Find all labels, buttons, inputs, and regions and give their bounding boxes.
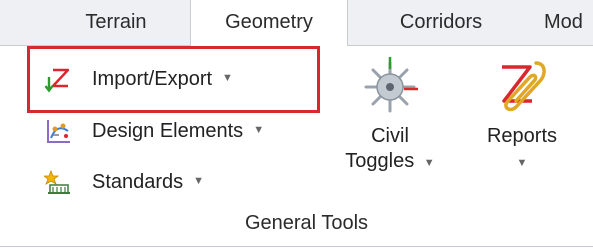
civil-toggles-icon xyxy=(338,50,442,124)
civil-toggles-label-line2: Toggles xyxy=(345,150,415,172)
standards-icon xyxy=(36,160,80,204)
chevron-down-icon[interactable]: ▼ xyxy=(253,124,264,136)
design-elements-icon xyxy=(36,109,80,153)
reports-button[interactable]: Reports ▼ xyxy=(472,50,572,177)
reports-icon xyxy=(472,50,572,124)
design-elements-button[interactable]: Design Elements ▼ xyxy=(36,109,264,153)
ribbon-panel: Import/Export ▼ Design Elements ▼ Standa… xyxy=(0,46,593,251)
chevron-down-icon[interactable]: ▼ xyxy=(193,175,204,187)
group-label: General Tools xyxy=(0,212,593,235)
reports-label: Reports xyxy=(486,125,558,147)
import-export-label: Import/Export xyxy=(92,67,213,90)
standards-label: Standards xyxy=(92,170,184,193)
chevron-down-icon[interactable]: ▼ xyxy=(222,72,233,84)
tab-terrain[interactable]: Terrain xyxy=(64,0,168,45)
import-export-button[interactable]: Import/Export ▼ xyxy=(36,57,233,101)
tab-corridors[interactable]: Corridors xyxy=(372,0,510,45)
import-export-icon xyxy=(36,57,80,101)
civil-toggles-button[interactable]: Civil Toggles ▼ xyxy=(338,50,442,177)
reports-dropdown-row: ▼ xyxy=(472,149,572,177)
tab-modeling[interactable]: Mod xyxy=(544,0,593,45)
tab-geometry[interactable]: Geometry xyxy=(190,0,348,46)
chevron-down-icon[interactable]: ▼ xyxy=(424,157,435,169)
design-elements-label: Design Elements xyxy=(92,119,244,142)
civil-toggles-label-row: Toggles ▼ xyxy=(338,149,442,177)
group-label-text: General Tools xyxy=(244,212,369,234)
civil-toggles-label-line1: Civil xyxy=(371,125,409,147)
standards-button[interactable]: Standards ▼ xyxy=(36,160,204,204)
ribbon-bottom-divider xyxy=(0,246,593,247)
chevron-down-icon[interactable]: ▼ xyxy=(517,157,528,169)
ribbon-tab-bar: Terrain Geometry Corridors Mod xyxy=(0,0,593,46)
